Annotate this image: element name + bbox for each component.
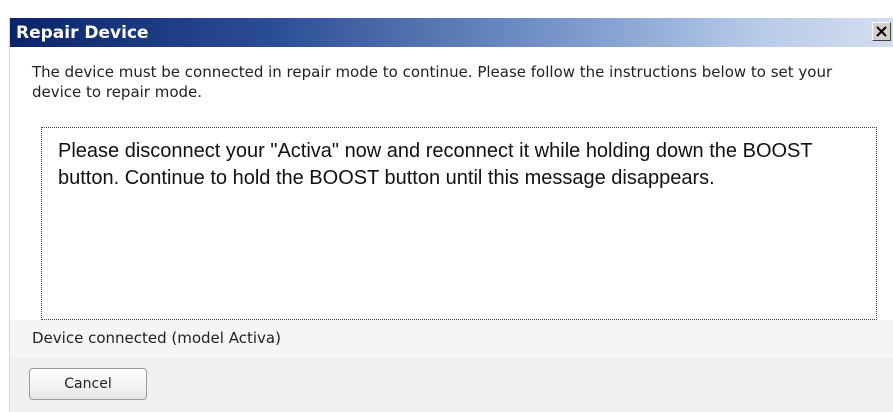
message-box: Please disconnect your "Activa" now and … [41, 127, 877, 320]
repair-device-dialog: Repair Device The device must be connect… [9, 18, 893, 412]
cancel-button[interactable]: Cancel [29, 368, 147, 400]
close-button[interactable] [872, 22, 891, 41]
button-bar: Cancel [10, 358, 893, 412]
instructions-text: The device must be connected in repair m… [32, 63, 833, 101]
connection-status: Device connected (model Activa) [32, 329, 281, 347]
close-icon [876, 22, 887, 41]
status-bar: Device connected (model Activa) [10, 320, 893, 358]
dialog-titlebar[interactable]: Repair Device [10, 18, 893, 47]
repair-mode-message: Please disconnect your "Activa" now and … [58, 140, 813, 189]
dialog-title: Repair Device [16, 23, 149, 43]
